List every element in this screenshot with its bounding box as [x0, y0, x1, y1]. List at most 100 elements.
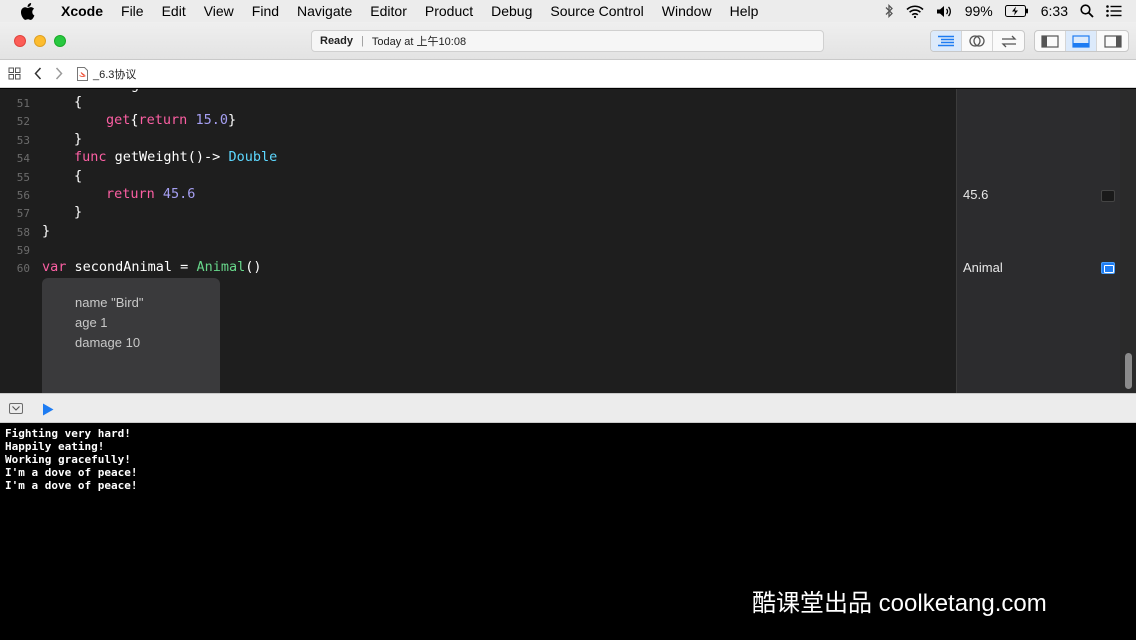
run-playground-icon[interactable] — [42, 403, 54, 421]
code-line-60: var secondAnimal = Animal() — [42, 259, 261, 275]
code-line-54: func getWeight()-> Double — [74, 149, 277, 165]
notification-center-icon[interactable] — [1106, 5, 1122, 17]
inline-result-popup: name "Bird" age 1 damage 10 — [42, 278, 220, 393]
code-token: () — [245, 259, 262, 275]
menu-window[interactable]: Window — [653, 0, 721, 22]
code-token: var — [42, 259, 67, 275]
code-line-52: get{return 15.0} — [106, 112, 237, 128]
code-line-58: } — [42, 223, 50, 239]
show-result-icon[interactable] — [1101, 262, 1115, 274]
line-number: 55 — [16, 171, 30, 184]
console-line: Happily eating! — [5, 440, 105, 453]
menu-source-control[interactable]: Source Control — [541, 0, 652, 22]
status-timestamp: Today at 上午10:08 — [371, 36, 467, 48]
code-token: get — [106, 112, 131, 128]
back-chevron-icon[interactable] — [34, 67, 42, 80]
assistant-editor-button[interactable] — [962, 31, 993, 51]
toggle-navigator-button[interactable] — [1035, 31, 1066, 51]
toggle-utilities-button[interactable] — [1097, 31, 1128, 51]
console-line: Working gracefully! — [5, 453, 131, 466]
line-number: 58 — [16, 226, 30, 239]
code-token: secondAnimal = — [66, 259, 197, 275]
bluetooth-icon[interactable] — [884, 4, 894, 18]
status-menus: 99% 6:33 — [884, 0, 1122, 22]
line-number: 57 — [16, 207, 30, 220]
debug-bar — [0, 393, 1136, 423]
status-text: Ready — [320, 35, 354, 47]
hide-debug-area-icon[interactable] — [9, 403, 23, 414]
related-items-grid-icon[interactable] — [8, 67, 21, 80]
swift-file-icon — [77, 66, 88, 81]
spotlight-search-icon[interactable] — [1080, 4, 1094, 18]
version-editor-button[interactable] — [993, 31, 1024, 51]
code-token: Animal — [196, 259, 246, 275]
menu-navigate[interactable]: Navigate — [288, 0, 361, 22]
close-window-button[interactable] — [14, 35, 26, 47]
code-line-53: } — [74, 131, 82, 147]
forward-chevron-icon[interactable] — [55, 67, 63, 80]
code-token: func — [74, 149, 107, 165]
popup-property: damage 10 — [75, 335, 141, 350]
code-line-55: { — [74, 168, 82, 184]
code-line-57: } — [74, 204, 82, 220]
popup-property: age 1 — [75, 315, 108, 330]
editor-scrollbar[interactable] — [1120, 89, 1136, 393]
console-line: I'm a dove of peace! — [5, 466, 138, 479]
battery-percent: 99% — [964, 3, 993, 19]
panel-toggle-segmented-control — [1034, 30, 1129, 52]
result-value-line-56[interactable]: 45.6 — [963, 187, 988, 202]
code-editor[interactable]: 51 52 53 54 55 56 57 58 59 60 var weight… — [0, 89, 956, 393]
menu-edit[interactable]: Edit — [153, 0, 195, 22]
zoom-window-button[interactable] — [54, 35, 66, 47]
result-value-line-60[interactable]: Animal — [963, 260, 1003, 275]
playground-results-sidebar: 45.6 Animal — [956, 89, 1120, 393]
apple-logo-icon[interactable] — [20, 2, 38, 20]
menu-editor[interactable]: Editor — [361, 0, 416, 22]
code-line-51: { — [74, 94, 82, 110]
jump-bar: _6.3协议 — [0, 60, 1136, 88]
menu-help[interactable]: Help — [721, 0, 768, 22]
minimize-window-button[interactable] — [34, 35, 46, 47]
code-token: { — [74, 94, 83, 110]
code-token: { — [74, 168, 83, 184]
line-number: 51 — [16, 97, 30, 110]
status-separator: | — [361, 35, 364, 47]
window-toolbar: Ready | Today at 上午10:08 — [0, 22, 1136, 60]
menu-product[interactable]: Product — [416, 0, 482, 22]
menu-view[interactable]: View — [195, 0, 243, 22]
code-token: return — [106, 186, 155, 202]
code-line-56: return 45.6 — [106, 186, 195, 202]
menu-bar: Xcode File Edit View Find Navigate Edito… — [0, 0, 1136, 22]
code-token: } — [74, 204, 83, 220]
menu-find[interactable]: Find — [243, 0, 288, 22]
standard-editor-button[interactable] — [931, 31, 962, 51]
activity-status-bar: Ready | Today at 上午10:08 — [311, 30, 824, 52]
console-line: I'm a dove of peace! — [5, 479, 138, 492]
battery-charging-icon[interactable] — [1004, 5, 1029, 17]
clock[interactable]: 6:33 — [1041, 3, 1068, 19]
volume-icon[interactable] — [936, 5, 953, 18]
code-token: } — [42, 223, 51, 239]
jump-bar-file-name[interactable]: _6.3协议 — [93, 66, 136, 82]
line-number: 52 — [16, 115, 30, 128]
code-token: 15.0 — [195, 112, 228, 128]
console-line: Fighting very hard! — [5, 427, 131, 440]
code-token: } — [74, 131, 83, 147]
line-number: 53 — [16, 134, 30, 147]
wifi-icon[interactable] — [906, 5, 924, 18]
line-number: 59 — [16, 244, 30, 257]
code-token: return — [138, 112, 188, 128]
toggle-debug-area-button[interactable] — [1066, 31, 1097, 51]
code-token: Double — [228, 149, 278, 165]
scrollbar-thumb[interactable] — [1125, 353, 1132, 389]
watermark-text: 酷课堂出品 coolketang.com — [752, 590, 1047, 617]
menu-app-name[interactable]: Xcode — [52, 0, 112, 22]
line-number-gutter: 51 52 53 54 55 56 57 58 59 60 — [0, 89, 34, 393]
editor-mode-segmented-control — [930, 30, 1025, 52]
code-token: 45.6 — [162, 186, 196, 202]
code-line-clipped: var weight: Double — [74, 89, 220, 93]
menu-debug[interactable]: Debug — [482, 0, 541, 22]
popup-property: name "Bird" — [75, 295, 144, 310]
menu-file[interactable]: File — [112, 0, 153, 22]
quick-look-icon[interactable] — [1101, 190, 1115, 202]
